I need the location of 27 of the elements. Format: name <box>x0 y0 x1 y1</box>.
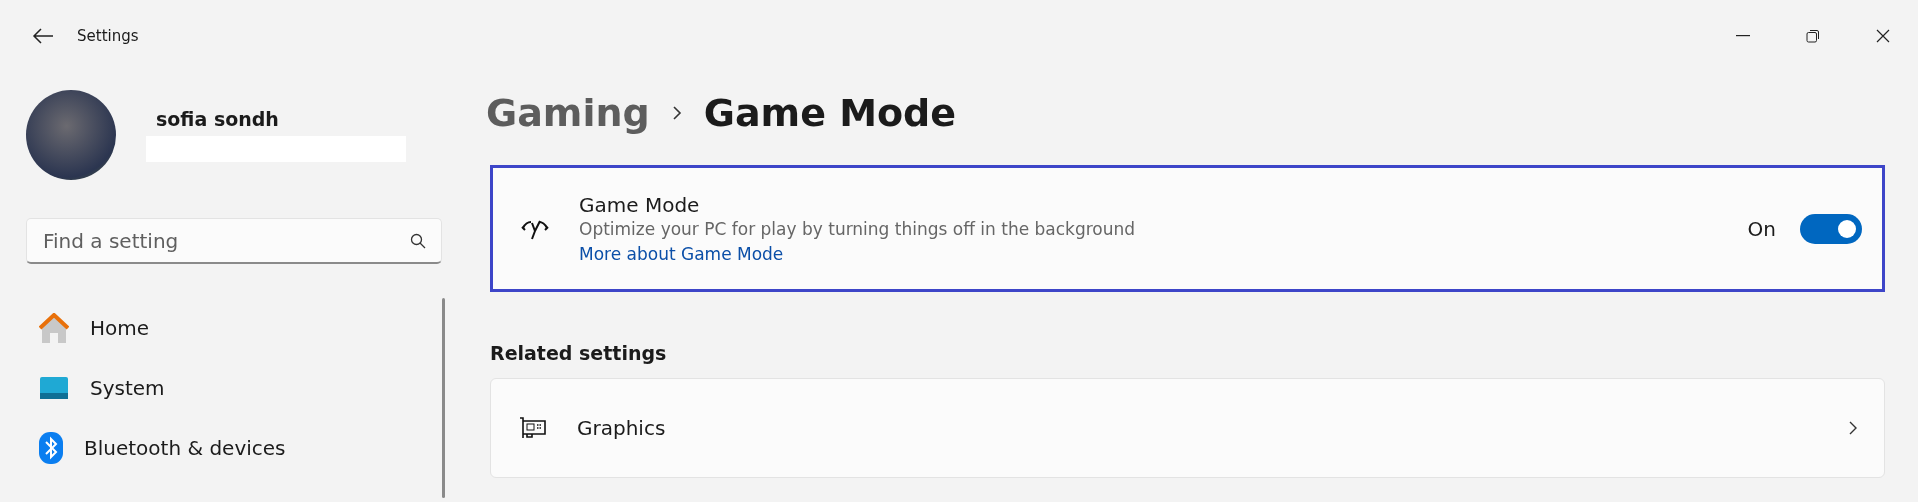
page-title: Game Mode <box>703 91 957 135</box>
back-arrow-icon <box>32 28 54 44</box>
restore-icon <box>1806 29 1820 43</box>
learn-more-link[interactable]: More about Game Mode <box>579 244 1136 264</box>
sidebar-item[interactable]: Bluetooth & devices <box>26 418 442 478</box>
setting-title: Game Mode <box>579 193 701 217</box>
bluetooth-icon <box>39 432 63 464</box>
breadcrumb-link[interactable]: Gaming <box>486 91 650 135</box>
chevron-icon <box>671 105 682 121</box>
house-icon <box>39 313 69 343</box>
window-title: Settings <box>77 27 139 45</box>
toggle-switch[interactable] <box>1800 213 1862 244</box>
toggle-state-label: On <box>1747 216 1776 241</box>
section-heading: Related settings <box>490 342 668 364</box>
account-name: sofia sondh <box>156 108 280 130</box>
graphics-card-icon <box>519 416 547 440</box>
sidebar-item[interactable]: System <box>26 358 442 418</box>
search-field[interactable]: Find a setting <box>26 218 442 264</box>
search-icon <box>410 233 426 249</box>
scrollbar[interactable] <box>442 298 445 498</box>
settings-link-card[interactable]: Graphics <box>490 378 1885 478</box>
minimize-icon <box>1736 35 1750 37</box>
sidebar-item[interactable]: Home <box>26 298 442 358</box>
monitor-icon <box>39 376 69 400</box>
chevron-icon <box>1848 420 1858 436</box>
close-icon <box>1876 29 1890 43</box>
setting-description: Optimize your PC for play by turning things off in the background <box>579 219 1136 239</box>
